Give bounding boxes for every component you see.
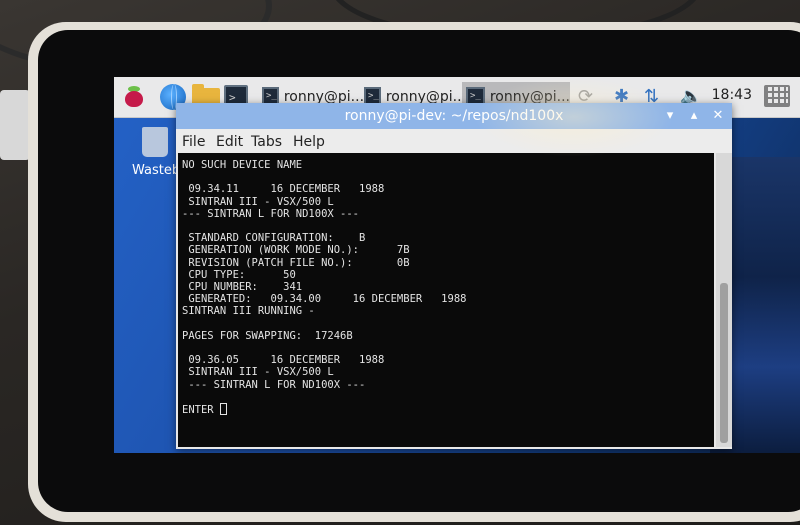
close-icon[interactable]: ✕ (710, 108, 726, 124)
minimize-icon[interactable]: ▾ (662, 108, 678, 124)
terminal-line: GENERATED: 09.34.00 16 DECEMBER 1988 (182, 293, 467, 306)
menubar: File Edit Tabs Help (176, 129, 732, 153)
terminal-scrollbar[interactable] (716, 153, 732, 447)
terminal-line: 09.36.05 16 DECEMBER 1988 (182, 354, 385, 367)
clock[interactable]: 18:43 (712, 87, 752, 103)
window-titlebar[interactable]: ronny@pi-dev: ~/repos/nd100x ▾ ▴ ✕ (176, 103, 732, 129)
wastebasket-icon[interactable] (142, 127, 168, 157)
background-device (0, 90, 30, 160)
maximize-icon[interactable]: ▴ (686, 108, 702, 124)
terminal-output[interactable]: NO SUCH DEVICE NAME 09.34.11 16 DECEMBER… (178, 153, 714, 447)
terminal-window: ronny@pi-dev: ~/repos/nd100x ▾ ▴ ✕ File … (176, 103, 732, 449)
terminal-line: NO SUCH DEVICE NAME (182, 159, 303, 171)
terminal-line: SINTRAN III - VSX/500 L (182, 195, 334, 208)
terminal-line: ENTER (182, 404, 220, 417)
terminal-text: NO SUCH DEVICE NAME 09.34.11 16 DECEMBER… (182, 159, 466, 416)
window-title: ronny@pi-dev: ~/repos/nd100x (344, 108, 564, 124)
cpu-monitor-icon[interactable] (764, 85, 790, 107)
terminal-line: CPU NUMBER: 341 (182, 281, 303, 294)
text-cursor (219, 403, 227, 416)
terminal-line: PAGES FOR SWAPPING: 17246B (182, 329, 353, 342)
scrollbar-thumb[interactable] (720, 283, 728, 443)
terminal-line: GENERATION (WORK MODE NO.): 7B (182, 244, 410, 257)
menu-help[interactable]: Help (293, 134, 325, 150)
menu-tabs[interactable]: Tabs (251, 134, 282, 150)
terminal-line: REVISION (PATCH FILE NO.): 0B (182, 256, 410, 269)
terminal-line: 09.34.11 16 DECEMBER 1988 (182, 183, 385, 196)
terminal-line: SINTRAN III - VSX/500 L (182, 366, 334, 379)
screen: Wasteba >_ >_ ronny@pi... >_ ronny@pi...… (114, 77, 800, 453)
terminal-line: --- SINTRAN L FOR ND100X --- (182, 207, 360, 220)
terminal-line: --- SINTRAN L FOR ND100X --- (182, 378, 366, 391)
terminal-line: STANDARD CONFIGURATION: B (182, 232, 366, 245)
raspberry-pi-menu-icon[interactable] (122, 85, 146, 109)
menu-edit[interactable]: Edit (216, 134, 243, 150)
menu-file[interactable]: File (182, 134, 205, 150)
terminal-line: CPU TYPE: 50 (182, 268, 296, 281)
terminal-line: SINTRAN III RUNNING - (182, 305, 315, 318)
